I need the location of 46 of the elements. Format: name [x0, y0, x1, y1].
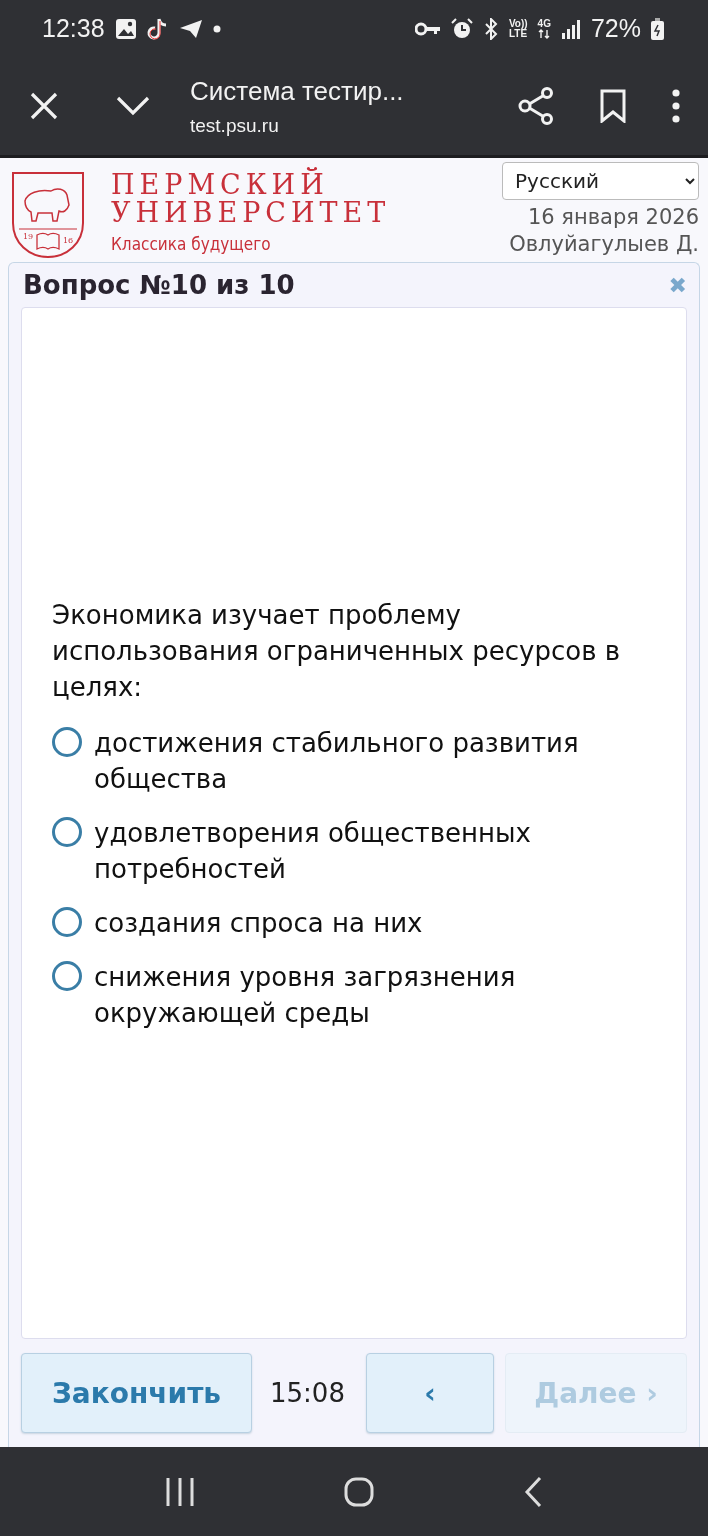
alarm-clock-icon [450, 17, 473, 40]
image-icon [114, 17, 137, 40]
question-title: Вопрос №10 из 10 [23, 270, 295, 300]
year-text: 16 [63, 236, 74, 245]
music-note-icon [146, 16, 169, 41]
up-down-arrows-icon [538, 28, 551, 39]
radio-button[interactable] [52, 727, 82, 757]
more-icon[interactable] [672, 89, 680, 123]
question-text: Экономика изучает проблему использования ограниченных ресурсов в целях: [52, 599, 622, 704]
timer-text: 15:08 [270, 1378, 345, 1408]
network-label: 4G [537, 18, 551, 29]
year-text: 19 [23, 232, 34, 241]
logo-slogan: Классика будущего [111, 234, 272, 254]
option-label[interactable]: удовлетворения общественных потребностей [94, 815, 646, 887]
page-title: Система тестир... [190, 75, 405, 107]
recent-apps-icon[interactable] [166, 1476, 194, 1507]
paper-plane-icon [178, 18, 203, 39]
option-label[interactable]: снижения уровня загрязнения окружающей среды [94, 959, 646, 1031]
bookmark-icon[interactable] [600, 89, 626, 123]
logo-text: УНИВЕРСИТЕТ [111, 199, 391, 227]
signal-icon [560, 18, 581, 39]
battery-percent: 72% [590, 14, 641, 43]
share-icon[interactable] [518, 87, 554, 125]
key-icon [414, 21, 441, 36]
radio-button[interactable] [52, 961, 82, 991]
option-label[interactable]: достижения стабильного развития общества [94, 725, 646, 797]
previous-button[interactable]: ‹ [366, 1353, 494, 1433]
book-icon [36, 232, 60, 250]
finish-button[interactable]: Закончить [21, 1353, 252, 1433]
close-icon[interactable] [30, 92, 58, 120]
page-url: test.psu.ru [190, 114, 280, 137]
radio-button[interactable] [52, 907, 82, 937]
back-icon[interactable] [524, 1475, 542, 1508]
option-label[interactable]: создания спроса на них [94, 905, 423, 941]
date-text: 16 января 2026 [527, 204, 699, 231]
dot-icon [212, 24, 221, 33]
language-select[interactable]: Русский [502, 162, 699, 200]
bear-drawing [24, 188, 70, 222]
chevron-down-icon[interactable] [116, 96, 150, 116]
volte-label: Vo)) LTE [508, 18, 528, 39]
battery-icon [651, 17, 664, 40]
clock-time: 12:38 [42, 14, 105, 43]
radio-button[interactable] [52, 817, 82, 847]
user-name: Овлуйагулыев Д. [509, 231, 699, 258]
bluetooth-icon [482, 17, 499, 40]
home-icon[interactable] [344, 1476, 374, 1507]
